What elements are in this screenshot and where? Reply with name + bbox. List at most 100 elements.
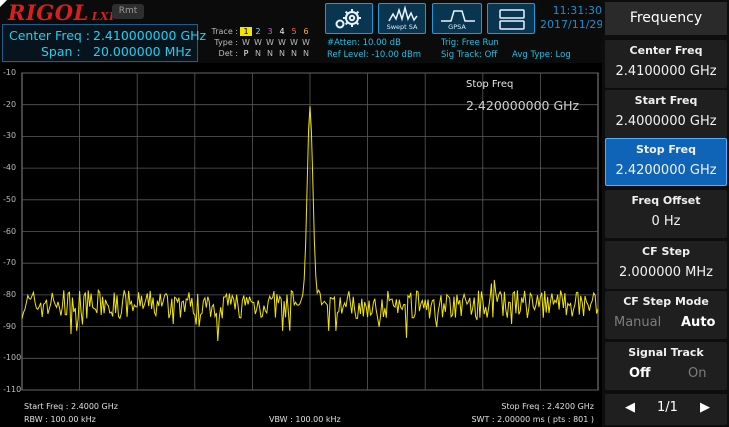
menu-pager: ◀ 1/1 ▶	[605, 394, 727, 425]
y-tick-label: -50	[3, 194, 17, 204]
center-freq-readout: Center Freq : 2.410000000 GHz	[9, 28, 206, 43]
page-indicator: 1/1	[657, 400, 678, 415]
trace-number-2: 2	[255, 27, 261, 36]
gpsa-button[interactable]: GPSA	[432, 3, 482, 34]
trace-status: Trace : 123456 Type : WWWWWW Det : PNNNN…	[202, 24, 320, 62]
softkey-value: 2.000000 MHz	[619, 265, 713, 280]
trace-number-1: 1	[240, 27, 252, 36]
page-next-icon[interactable]: ▶	[700, 400, 710, 415]
detector-label: Det :	[218, 49, 238, 58]
trace-type-6: W	[302, 38, 310, 47]
brand-logo: RIGOL LXI	[8, 0, 115, 25]
avg-type-readout: Avg Type: Log	[512, 50, 571, 60]
y-tick-label: -70	[3, 258, 17, 268]
ref-level-readout: Ref Level: -10.00 dBm	[327, 50, 422, 60]
option-off[interactable]: Off	[629, 366, 651, 381]
remote-badge: Rmt	[112, 4, 144, 19]
stop-freq-readout: Stop Freq : 2.4200 GHz	[501, 402, 594, 411]
trace-type-2: W	[254, 38, 262, 47]
softkey-label: Start Freq	[634, 94, 698, 107]
softkey-freq-offset[interactable]: Freq Offset 0 Hz	[605, 190, 727, 238]
trace-label: Trace :	[211, 27, 238, 36]
softkey-label: Center Freq	[629, 44, 703, 57]
trace-type-label: Type :	[214, 38, 238, 47]
window-layout-icon	[499, 9, 525, 30]
y-tick-label: -40	[3, 163, 17, 173]
brand-name: RIGOL	[8, 0, 89, 25]
softkey-center-freq[interactable]: Center Freq 2.4100000 GHz	[605, 40, 727, 88]
softkey-label: CF Step Mode	[623, 295, 709, 308]
spectrum-graticule	[21, 72, 599, 391]
softkey-value: 2.4200000 GHz	[615, 163, 717, 178]
clock-time: 11:31:30	[552, 4, 602, 17]
span-value: 20.000000 MHz	[93, 44, 192, 59]
swept-sa-button[interactable]: Swept SA	[378, 3, 426, 34]
sweep-time-readout: SWT : 2.00000 ms ( pts : 801 )	[471, 415, 594, 424]
softkey-stop-freq[interactable]: Stop Freq 2.4200000 GHz	[605, 138, 727, 186]
y-tick-label: -110	[3, 385, 22, 394]
active-function-value: 2.420000000 GHz	[466, 98, 580, 113]
y-tick-label: -10	[3, 68, 17, 77]
softkey-label: CF Step	[642, 245, 690, 258]
trace-det-3: N	[267, 49, 273, 58]
trigger-readout: Trig: Free Run	[441, 38, 499, 48]
start-freq-readout: Start Freq : 2.4000 GHz	[24, 402, 118, 411]
spectrum-display[interactable]: -10 -20 -30 -40 -50 -60 -70 -80 -90 -100 -110	[0, 63, 602, 401]
softkey-label: Stop Freq	[635, 143, 696, 156]
atten-readout: #Atten: 10.00 dB	[327, 38, 401, 48]
softkey-cf-step[interactable]: CF Step 2.000000 MHz	[605, 241, 727, 289]
y-tick-label: -90	[3, 321, 17, 331]
y-tick-label: -60	[3, 226, 17, 236]
trace-number-5: 5	[291, 27, 297, 36]
layout-button[interactable]	[487, 3, 535, 34]
softkey-cf-step-mode[interactable]: CF Step Mode Manual Auto	[605, 291, 727, 339]
softkey-label: Signal Track	[628, 346, 704, 359]
sig-track-readout: Sig Track: Off	[441, 50, 498, 60]
center-freq-label: Center Freq :	[9, 28, 90, 43]
trace-number-4: 4	[279, 27, 285, 36]
softkey-label: Freq Offset	[631, 194, 701, 207]
option-auto[interactable]: Auto	[681, 315, 715, 330]
sweep-footer: Start Freq : 2.4000 GHz RBW : 100.00 kHz…	[0, 400, 602, 427]
mouse-cursor-icon	[0, 0, 7, 7]
measurement-info: #Atten: 10.00 dB Ref Level: -10.00 dBm T…	[325, 36, 600, 62]
trace-detectors: PNNNNN	[240, 49, 312, 58]
status-header: RIGOL LXI Rmt Center Freq : 2.410000000 G…	[0, 0, 604, 63]
trace-type-3: W	[266, 38, 274, 47]
y-tick-label: -100	[3, 353, 22, 363]
softkey-value: 0 Hz	[651, 214, 681, 229]
option-on[interactable]: On	[688, 366, 706, 381]
y-tick-label: -30	[3, 131, 17, 141]
gpsa-caption: GPSA	[448, 23, 466, 31]
trace-det-1: P	[243, 49, 249, 58]
frequency-summary: Center Freq : 2.410000000 GHz Span : 20.…	[2, 24, 206, 62]
date-time: 11:31:30 2017/11/29	[540, 4, 604, 32]
trace-det-4: N	[279, 49, 285, 58]
span-label: Span :	[41, 44, 81, 59]
trace-det-6: N	[303, 49, 309, 58]
page-prev-icon[interactable]: ◀	[625, 400, 635, 415]
trace-number-6: 6	[303, 27, 309, 36]
y-tick-label: -80	[3, 289, 17, 299]
trace-numbers: 123456	[240, 27, 312, 36]
active-function-title: Stop Freq	[466, 79, 514, 90]
clock-date: 2017/11/29	[540, 18, 604, 31]
softkey-value: 2.4000000 GHz	[615, 114, 717, 129]
trace-number-3: 3	[267, 27, 273, 36]
softkey-menu: Frequency Center Freq 2.4100000 GHz Star…	[602, 0, 729, 427]
trace-types: WWWWWW	[240, 38, 312, 47]
settings-button[interactable]	[325, 3, 373, 34]
swept-sa-caption: Swept SA	[386, 23, 418, 31]
trace-det-5: N	[291, 49, 297, 58]
option-manual[interactable]: Manual	[614, 315, 661, 330]
softkey-signal-track[interactable]: Signal Track Off On	[605, 342, 727, 390]
trace-type-4: W	[278, 38, 286, 47]
gear-icon	[335, 9, 361, 29]
trace-det-2: N	[255, 49, 261, 58]
trace-type-5: W	[290, 38, 298, 47]
menu-title: Frequency	[605, 2, 727, 35]
vbw-readout: VBW : 100.00 kHz	[269, 415, 341, 424]
softkey-start-freq[interactable]: Start Freq 2.4000000 GHz	[605, 90, 727, 138]
span-readout: Span : 20.000000 MHz	[41, 44, 191, 59]
center-freq-value: 2.410000000 GHz	[93, 28, 207, 43]
